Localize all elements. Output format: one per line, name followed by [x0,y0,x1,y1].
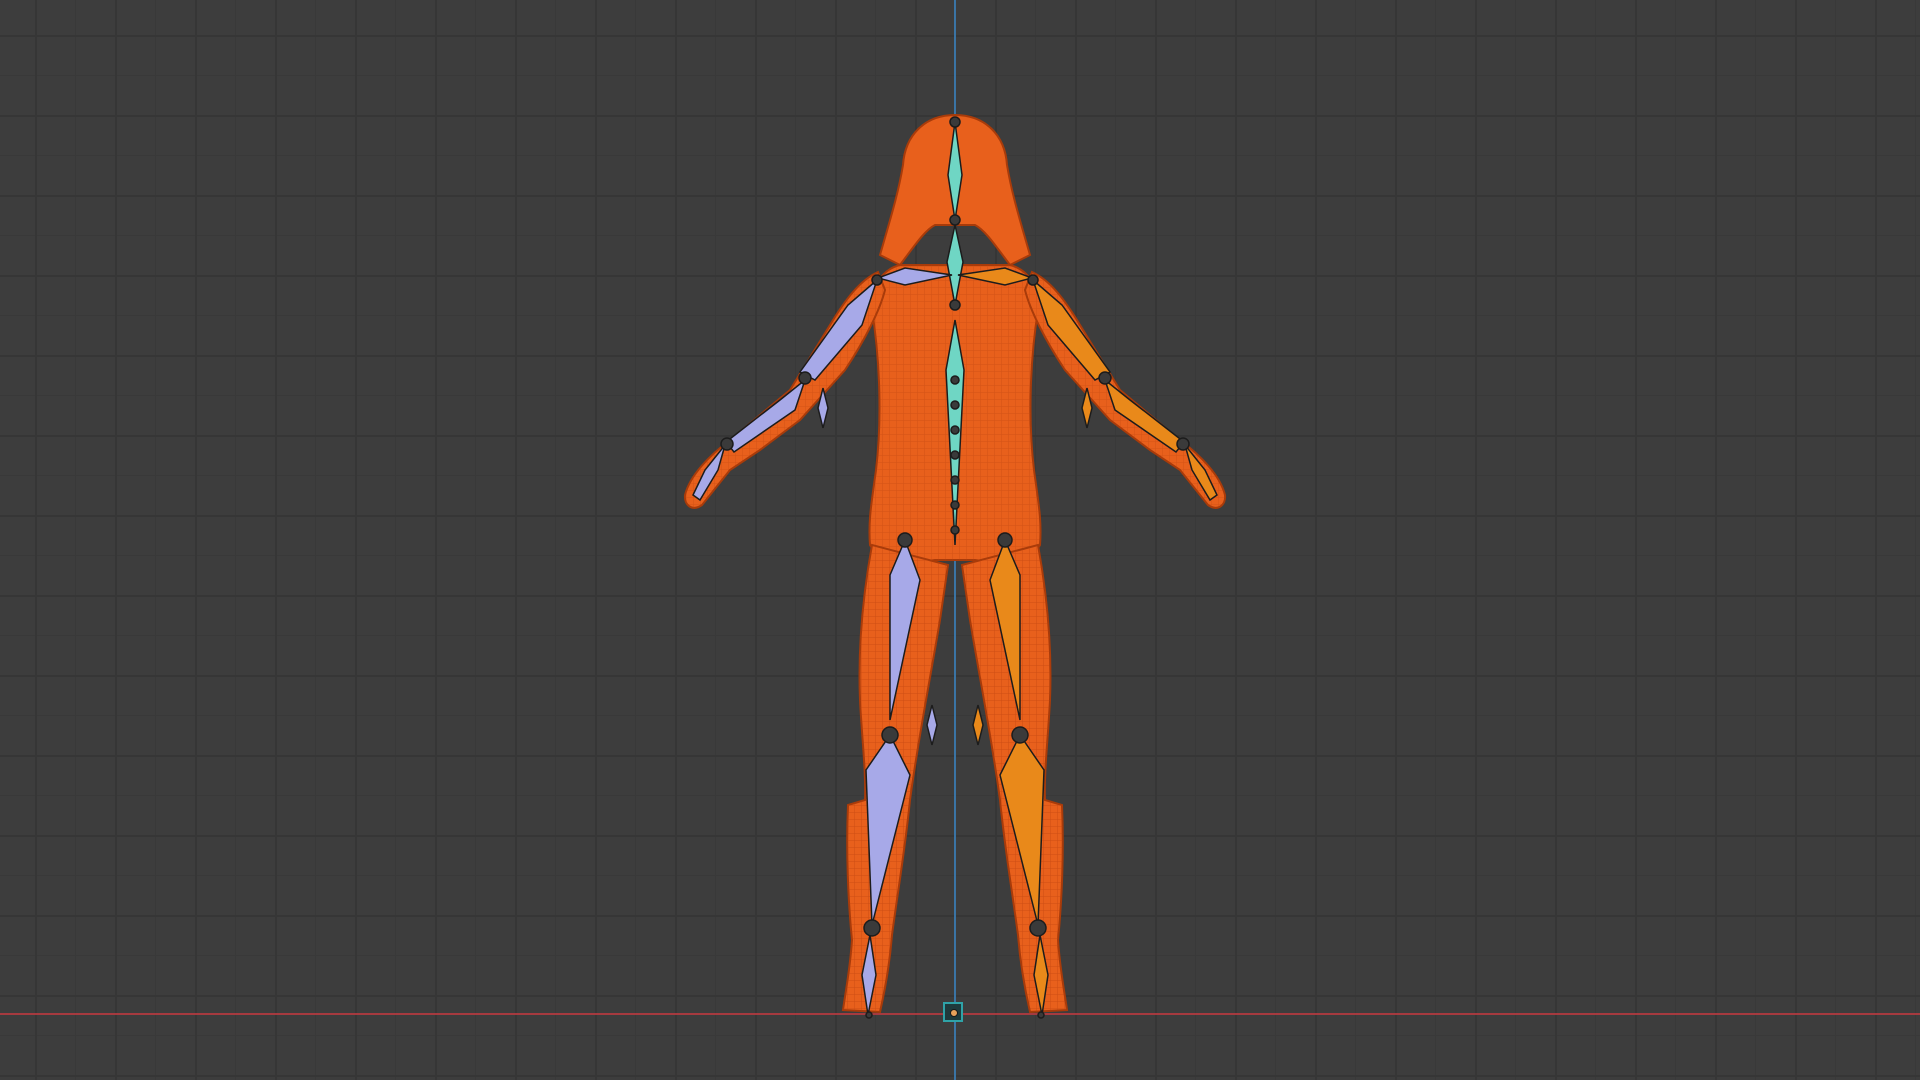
3d-viewport[interactable] [0,0,1920,1080]
bone-pole-knee-l[interactable] [972,704,984,746]
scene-canvas[interactable] [0,0,1920,1080]
bone-pole-knee-r[interactable] [926,704,938,746]
armature[interactable] [692,121,1218,1016]
object-origin-icon[interactable] [943,1002,963,1022]
